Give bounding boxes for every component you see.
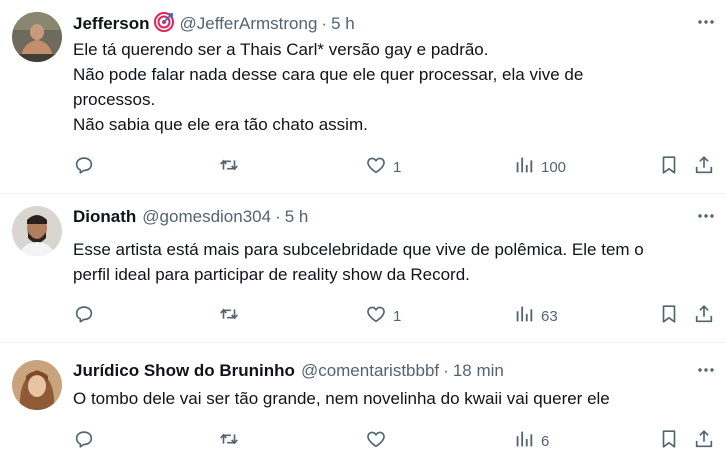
tweet-actions: 1 63 (73, 304, 726, 328)
tweet-text-line: perfil ideal para participar de reality … (73, 265, 470, 284)
tweet-text-line: Esse artista está mais para subcelebrida… (73, 240, 644, 259)
view-count: 63 (541, 307, 558, 325)
like-button[interactable]: 1 (365, 155, 401, 179)
display-name[interactable]: Dionath (73, 207, 136, 226)
tweet-header: Jefferson @JefferArmstrong · 5 h (73, 12, 686, 34)
retweet-button[interactable] (218, 155, 240, 179)
bookmark-icon (658, 303, 680, 329)
like-count: 1 (393, 307, 402, 325)
display-name[interactable]: Jefferson (73, 14, 150, 33)
views-button[interactable]: 63 (513, 304, 558, 328)
reply-button[interactable] (73, 304, 95, 328)
reply-icon (73, 154, 95, 180)
timestamp[interactable]: 5 h (331, 14, 355, 33)
timestamp[interactable]: 5 h (285, 207, 309, 226)
tweet[interactable]: Jefferson @JefferArmstrong · 5 h Ele tá que… (0, 0, 726, 194)
bookmark-icon (658, 154, 680, 180)
share-button[interactable] (693, 429, 715, 453)
reply-icon (73, 303, 95, 329)
separator-dot: · (443, 361, 449, 380)
bookmark-button[interactable] (658, 304, 680, 328)
more-icon[interactable] (696, 12, 716, 32)
views-button[interactable]: 100 (513, 155, 566, 179)
like-button[interactable] (365, 429, 393, 453)
more-icon[interactable] (696, 360, 716, 380)
tweet-text: Ele tá querendo ser a Thais Carl* versão… (73, 37, 714, 137)
retweet-icon (218, 303, 240, 329)
views-icon (513, 428, 535, 454)
tweet-feed: Jefferson @JefferArmstrong · 5 h Ele tá que… (0, 0, 726, 467)
user-handle[interactable]: @gomesdion304 (142, 207, 271, 226)
like-button[interactable]: 1 (365, 304, 401, 328)
retweet-button[interactable] (218, 429, 240, 453)
tweet[interactable]: Dionath @gomesdion304 · 5 h Esse artista es… (0, 194, 726, 343)
tweet-header: Dionath @gomesdion304 · 5 h (73, 206, 686, 228)
tweet-text-line: Não pode falar nada desse cara que ele q… (73, 65, 584, 84)
tweet-header: Jurídico Show do Bruninho @comentaristbbb… (73, 360, 686, 382)
bookmark-button[interactable] (658, 429, 680, 453)
views-icon (513, 154, 535, 180)
like-icon (365, 303, 387, 329)
view-count: 100 (541, 158, 567, 176)
share-button[interactable] (693, 155, 715, 179)
retweet-icon (218, 428, 240, 454)
reply-button[interactable] (73, 429, 95, 453)
avatar[interactable] (12, 360, 62, 410)
reply-button[interactable] (73, 155, 95, 179)
views-button[interactable]: 6 (513, 429, 549, 453)
share-button[interactable] (693, 304, 715, 328)
tweet-text-line: O tombo dele vai ser tão grande, nem nov… (73, 389, 610, 408)
share-icon (693, 428, 715, 454)
target-icon (153, 12, 174, 38)
like-count: 1 (393, 158, 402, 176)
tweet-text-line: Ele tá querendo ser a Thais Carl* versão… (73, 40, 489, 59)
avatar[interactable] (12, 206, 62, 256)
user-handle[interactable]: @JefferArmstrong (180, 14, 318, 33)
tweet-text-line: processos. (73, 90, 156, 109)
display-name[interactable]: Jurídico Show do Bruninho (73, 361, 295, 380)
views-icon (513, 303, 535, 329)
like-icon (365, 428, 387, 454)
avatar[interactable] (12, 12, 62, 62)
separator-dot: · (321, 14, 328, 33)
separator-dot: · (275, 207, 281, 226)
more-icon[interactable] (696, 206, 716, 226)
timestamp[interactable]: 18 min (453, 361, 504, 380)
tweet-text-line: Não sabia que ele era tão chato assim. (73, 115, 368, 134)
bookmark-button[interactable] (658, 155, 680, 179)
bookmark-icon (658, 428, 680, 454)
share-icon (693, 154, 715, 180)
tweet-actions: 1 100 (73, 155, 726, 179)
tweet[interactable]: Jurídico Show do Bruninho @comentaristbbb… (0, 343, 726, 467)
view-count: 6 (541, 432, 550, 450)
like-icon (365, 154, 387, 180)
user-handle[interactable]: @comentaristbbbf (301, 361, 439, 380)
retweet-button[interactable] (218, 304, 240, 328)
tweet-actions: 6 (73, 429, 726, 453)
retweet-icon (218, 154, 240, 180)
reply-icon (73, 428, 95, 454)
share-icon (693, 303, 715, 329)
tweet-text: O tombo dele vai ser tão grande, nem nov… (73, 386, 714, 411)
tweet-text: Esse artista está mais para subcelebrida… (73, 237, 714, 287)
